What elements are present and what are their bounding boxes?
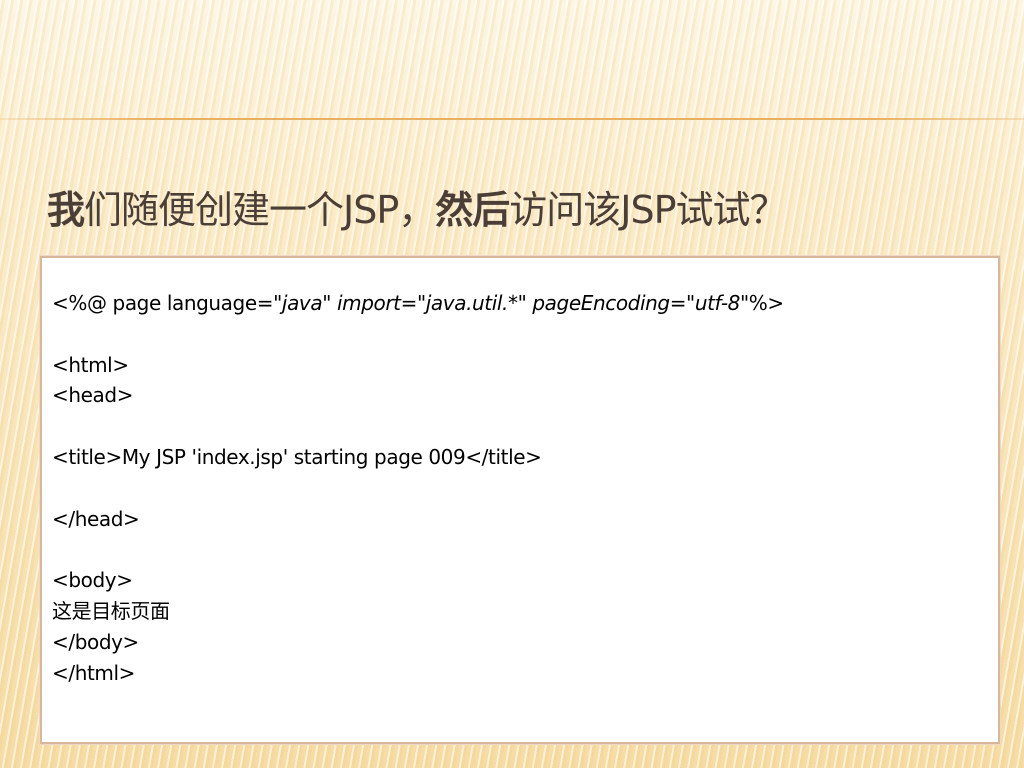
code-line-body-close: </body> [52, 629, 139, 654]
code-listing: <%@ page language="java" import="java.ut… [52, 288, 784, 688]
directive-attributes: "java" import="java.util.*" pageEncoding… [273, 291, 749, 315]
title-part3: 然后 [435, 188, 510, 232]
code-line-body-open: <body> [52, 568, 133, 593]
header-divider [0, 118, 1024, 120]
code-line-body-text: 这是目标页面 [52, 598, 170, 623]
title-part1: 我 [47, 188, 85, 232]
slide-title: 我们随便创建一个JSP，然后访问该JSP试试？ [47, 182, 788, 238]
code-line-title: <title>My JSP 'index.jsp' starting page … [52, 444, 542, 469]
code-line-head-close: </head> [52, 506, 140, 531]
code-line-head-open: <head> [52, 383, 134, 408]
code-box: <%@ page language="java" import="java.ut… [40, 256, 1000, 744]
title-part4: 访问该JSP试试？ [509, 188, 787, 232]
code-line-html-open: <html> [52, 352, 129, 377]
code-line-directive: <%@ page language="java" import="java.ut… [52, 288, 784, 319]
directive-start: <%@ page language= [52, 291, 274, 315]
slide: 我们随便创建一个JSP，然后访问该JSP试试？ <%@ page languag… [0, 0, 1024, 768]
code-line-html-close: </html> [52, 660, 136, 685]
title-part2: 们随便创建一个JSP， [84, 188, 436, 232]
directive-end: %> [748, 291, 784, 315]
